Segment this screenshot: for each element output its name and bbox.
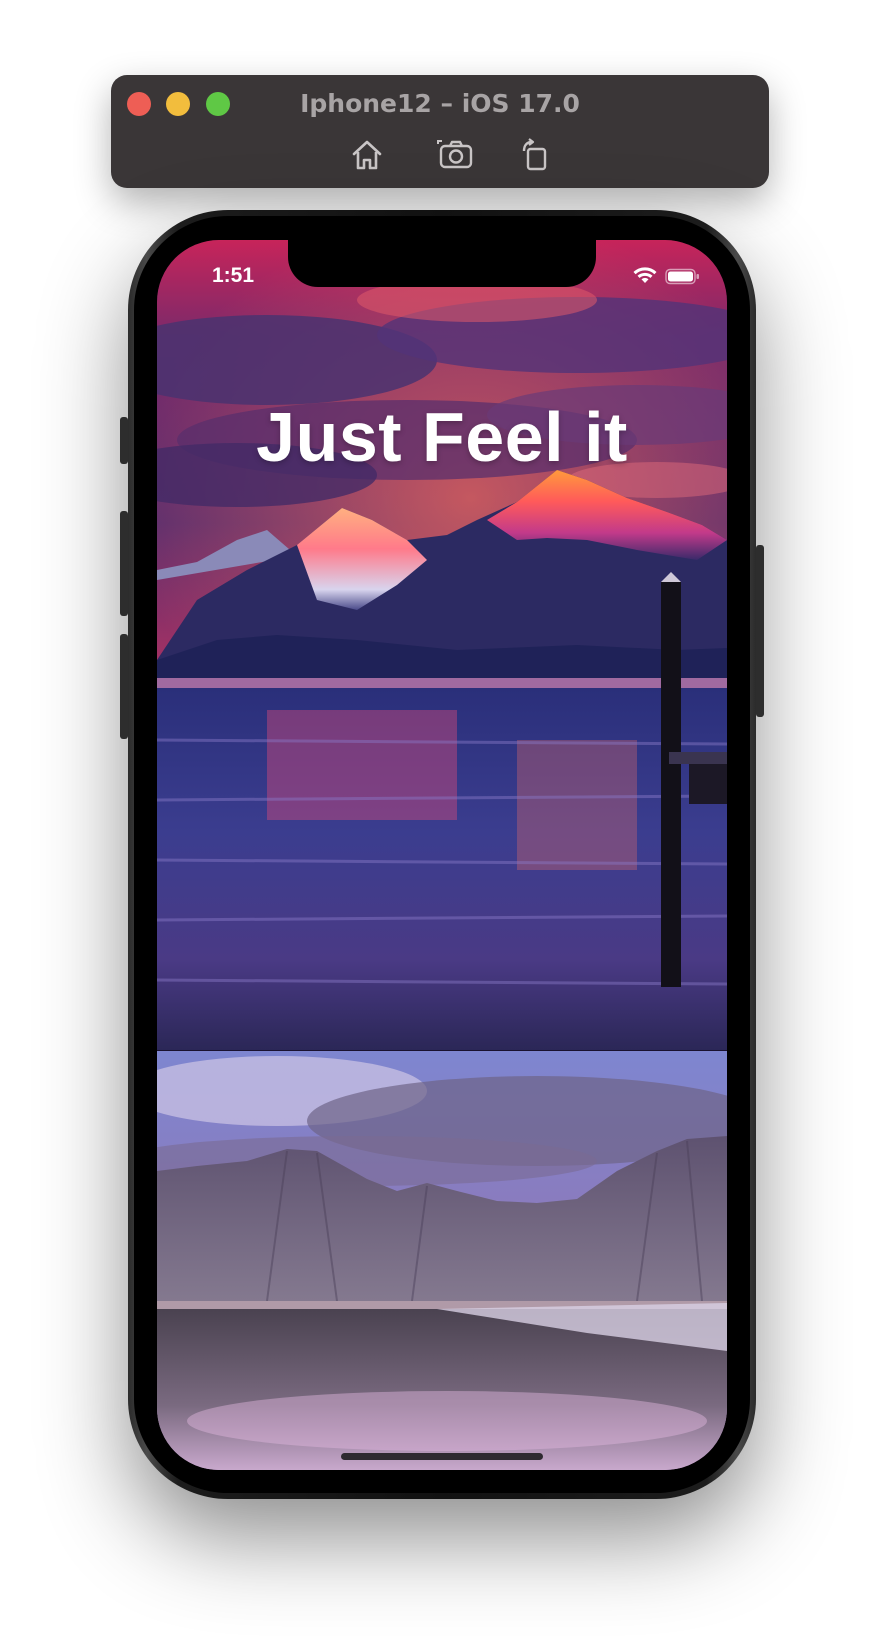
simulator-title: Iphone12 – iOS 17.0 [300,89,580,118]
rotate-icon [522,138,547,171]
camera-notch [288,240,596,287]
rotate-button[interactable] [515,135,555,175]
home-icon [352,140,382,170]
screenshot-button[interactable] [436,135,476,175]
sunset-mountain-lake-image [157,240,727,1050]
phone-screen: Just Feel it 1:51 [157,240,727,1470]
headline-title: Just Feel it [256,398,628,476]
simulator-title-bar: Iphone12 – iOS 17.0 [111,75,769,188]
simulator-stage: Iphone12 – iOS 17.0 Just Feel it 1:51 [0,0,882,1650]
screenshot-icon [437,140,473,169]
misty-mountain-beach-image [157,1051,727,1470]
silent-switch [120,417,128,464]
wifi-icon [633,267,657,283]
battery-icon [665,268,699,285]
volume-down-button [120,634,128,739]
status-time: 1:51 [212,264,255,287]
home-indicator[interactable] [341,1453,543,1460]
home-button[interactable] [347,135,387,175]
status-icons [631,266,701,286]
volume-up-button [120,511,128,616]
power-button [756,545,764,717]
